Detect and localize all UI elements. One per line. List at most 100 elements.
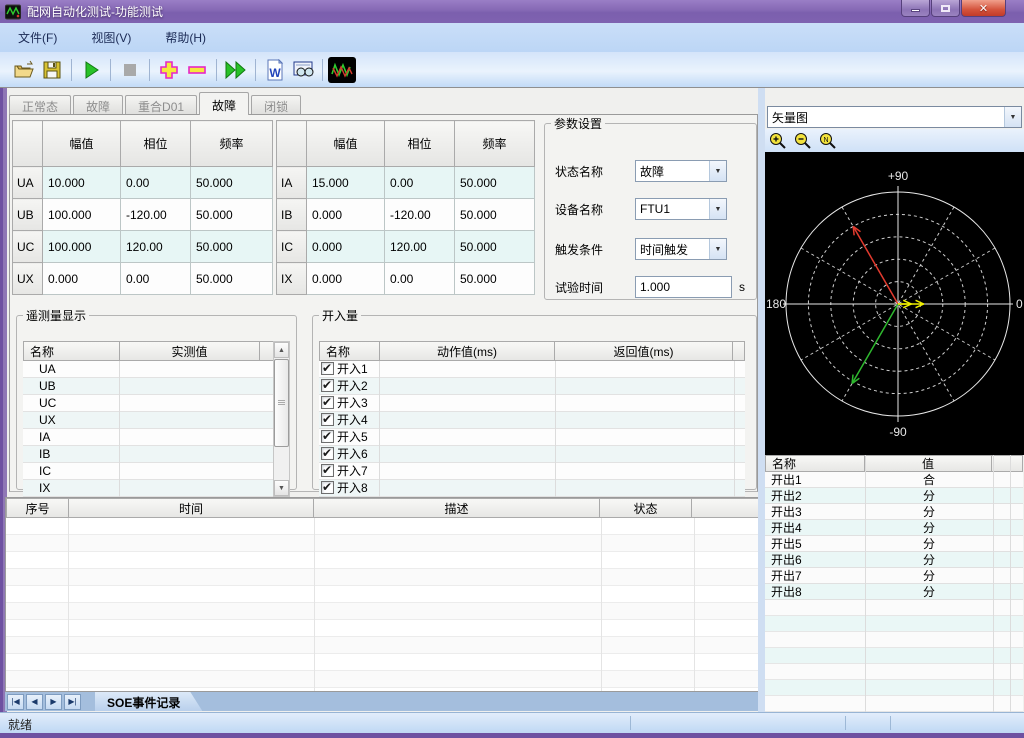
checkbox[interactable]: [321, 447, 334, 460]
first-page-button[interactable]: |◀: [7, 694, 24, 710]
open-button[interactable]: [10, 57, 38, 83]
ic-phase-cell[interactable]: 120.00: [385, 231, 455, 263]
scrollbar-thumb[interactable]: [274, 359, 289, 447]
ux-amp-cell[interactable]: 0.000: [43, 263, 121, 295]
menu-view[interactable]: 视图(V): [87, 26, 135, 49]
checkbox[interactable]: [321, 379, 334, 392]
list-item[interactable]: IC: [23, 463, 276, 480]
ub-amp-cell[interactable]: 100.000: [43, 199, 121, 231]
list-item[interactable]: UX: [23, 412, 276, 429]
ib-freq-cell[interactable]: 50.000: [455, 199, 535, 231]
prev-page-button[interactable]: ◀: [26, 694, 43, 710]
state-name-select[interactable]: 故障 ▼: [635, 160, 727, 182]
list-item[interactable]: 开入7: [319, 463, 745, 480]
list-item[interactable]: 开出5分: [765, 536, 1023, 552]
run-all-button[interactable]: [222, 57, 250, 83]
scroll-down-icon[interactable]: ▼: [274, 480, 289, 496]
chevron-down-icon[interactable]: ▼: [1004, 107, 1021, 127]
list-item[interactable]: 开入5: [319, 429, 745, 446]
checkbox[interactable]: [321, 413, 334, 426]
ua-freq-cell[interactable]: 50.000: [191, 167, 273, 199]
minimize-button[interactable]: [901, 0, 930, 17]
list-item[interactable]: IB: [23, 446, 276, 463]
stop-button[interactable]: [116, 57, 144, 83]
list-item[interactable]: 开入8: [319, 480, 745, 497]
test-time-input[interactable]: 1.000: [635, 276, 732, 298]
ux-phase-cell[interactable]: 0.00: [121, 263, 191, 295]
ic-amp-cell[interactable]: 0.000: [307, 231, 385, 263]
tab-soe-events[interactable]: SOE事件记录: [95, 692, 202, 711]
ix-freq-cell[interactable]: 50.000: [455, 263, 535, 295]
zoom-in-icon[interactable]: [769, 132, 787, 150]
word-report-button[interactable]: W: [261, 57, 289, 83]
list-item[interactable]: 开出4分: [765, 520, 1023, 536]
waveform-button[interactable]: [328, 57, 356, 83]
uc-phase-cell[interactable]: 120.00: [121, 231, 191, 263]
ib-amp-cell[interactable]: 0.000: [307, 199, 385, 231]
chevron-down-icon[interactable]: ▼: [709, 199, 726, 219]
ia-amp-cell[interactable]: 15.000: [307, 167, 385, 199]
add-button[interactable]: [155, 57, 183, 83]
remove-button[interactable]: [183, 57, 211, 83]
list-item[interactable]: UA: [23, 361, 276, 378]
tab-fault-2-active[interactable]: 故障: [199, 92, 249, 115]
list-item[interactable]: 开入2: [319, 378, 745, 395]
last-page-button[interactable]: ▶|: [64, 694, 81, 710]
ic-freq-cell[interactable]: 50.000: [455, 231, 535, 263]
list-item[interactable]: 开出6分: [765, 552, 1023, 568]
checkbox[interactable]: [321, 430, 334, 443]
device-name-select[interactable]: FTU1 ▼: [635, 198, 727, 220]
menu-file[interactable]: 文件(F): [14, 26, 61, 49]
ia-phase-cell[interactable]: 0.00: [385, 167, 455, 199]
ib-phase-cell[interactable]: -120.00: [385, 199, 455, 231]
next-page-button[interactable]: ▶: [45, 694, 62, 710]
list-item[interactable]: UB: [23, 378, 276, 395]
chevron-down-icon[interactable]: ▼: [709, 161, 726, 181]
menu-help[interactable]: 帮助(H): [161, 26, 210, 49]
list-item[interactable]: 开出8分: [765, 584, 1023, 600]
tab-lockout[interactable]: 闭锁: [251, 95, 301, 115]
checkbox[interactable]: [321, 464, 334, 477]
ux-freq-cell[interactable]: 50.000: [191, 263, 273, 295]
tab-reclose-d01[interactable]: 重合D01: [125, 95, 197, 115]
list-item[interactable]: 开出2分: [765, 488, 1023, 504]
ua-phase-cell[interactable]: 0.00: [121, 167, 191, 199]
panel-splitter[interactable]: [758, 88, 765, 712]
maximize-button[interactable]: [931, 0, 960, 17]
ub-phase-cell[interactable]: -120.00: [121, 199, 191, 231]
event-table-body[interactable]: [6, 518, 759, 691]
uc-freq-cell[interactable]: 50.000: [191, 231, 273, 263]
ua-amp-cell[interactable]: 10.000: [43, 167, 121, 199]
list-item[interactable]: 开入3: [319, 395, 745, 412]
save-button[interactable]: [38, 57, 66, 83]
report-preview-button[interactable]: [289, 57, 317, 83]
view-selector[interactable]: 矢量图 ▼: [767, 106, 1022, 128]
zoom-reset-icon[interactable]: N: [819, 132, 837, 150]
telemetry-scrollbar[interactable]: ▲ ▼: [273, 341, 290, 497]
ia-freq-cell[interactable]: 50.000: [455, 167, 535, 199]
ix-amp-cell[interactable]: 0.000: [307, 263, 385, 295]
list-item[interactable]: 开出3分: [765, 504, 1023, 520]
tab-fault-1[interactable]: 故障: [73, 95, 123, 115]
list-item[interactable]: 开入1: [319, 361, 745, 378]
run-button[interactable]: [77, 57, 105, 83]
tab-normal-state[interactable]: 正常态: [9, 95, 71, 115]
list-item[interactable]: IX: [23, 480, 276, 497]
checkbox[interactable]: [321, 396, 334, 409]
checkbox[interactable]: [321, 362, 334, 375]
close-button[interactable]: ✕: [961, 0, 1006, 17]
ub-freq-cell[interactable]: 50.000: [191, 199, 273, 231]
list-item[interactable]: UC: [23, 395, 276, 412]
list-item[interactable]: 开入6: [319, 446, 745, 463]
list-item[interactable]: 开入4: [319, 412, 745, 429]
list-item[interactable]: 开出7分: [765, 568, 1023, 584]
zoom-out-icon[interactable]: [794, 132, 812, 150]
chevron-down-icon[interactable]: ▼: [709, 239, 726, 259]
scroll-up-icon[interactable]: ▲: [274, 342, 289, 358]
uc-amp-cell[interactable]: 100.000: [43, 231, 121, 263]
list-item[interactable]: IA: [23, 429, 276, 446]
trigger-condition-select[interactable]: 时间触发 ▼: [635, 238, 727, 260]
list-item[interactable]: 开出1合: [765, 472, 1023, 488]
checkbox[interactable]: [321, 481, 334, 494]
ix-phase-cell[interactable]: 0.00: [385, 263, 455, 295]
